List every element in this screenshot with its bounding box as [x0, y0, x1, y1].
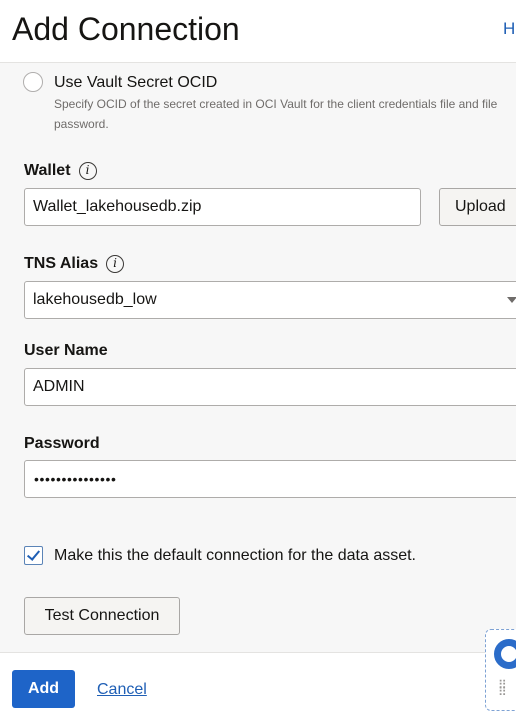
add-button[interactable]: Add [12, 670, 75, 708]
dialog-footer: Add Cancel [0, 652, 516, 721]
drag-handle-icon[interactable]: ⠿ ⠿ [498, 679, 512, 698]
vault-secret-description: Specify OCID of the secret created in OC… [54, 97, 498, 131]
upload-button[interactable]: Upload [439, 188, 516, 226]
wallet-label: Wallet i [24, 161, 97, 181]
info-icon[interactable]: i [78, 161, 97, 180]
default-connection-checkbox[interactable] [24, 546, 43, 565]
dialog-header: Add Connection H [0, 0, 516, 63]
info-icon[interactable]: i [106, 254, 125, 273]
checkmark-icon [26, 547, 41, 561]
vault-secret-radio[interactable] [23, 72, 43, 92]
wallet-label-text: Wallet [24, 162, 71, 179]
tns-alias-label: TNS Alias i [24, 254, 125, 274]
user-name-field[interactable]: ADMIN [24, 368, 516, 406]
tns-alias-select[interactable]: lakehousedb_low [24, 281, 516, 319]
default-connection-label: Make this the default connection for the… [54, 547, 416, 564]
help-link[interactable]: H [503, 19, 515, 39]
cancel-link[interactable]: Cancel [97, 680, 147, 700]
tns-alias-label-text: TNS Alias [24, 255, 99, 272]
password-field[interactable]: ••••••••••••••• [24, 460, 516, 498]
password-label: Password [24, 435, 100, 452]
user-name-label: User Name [24, 342, 108, 359]
chevron-down-icon[interactable] [507, 297, 516, 303]
page-title: Add Connection [12, 11, 240, 47]
lifebuoy-icon [494, 639, 516, 669]
test-connection-button[interactable]: Test Connection [24, 597, 180, 635]
help-widget[interactable]: ⠿ ⠿ [485, 629, 516, 711]
wallet-field[interactable]: Wallet_lakehousedb.zip [24, 188, 421, 226]
dialog-body: Use Vault Secret OCID Specify OCID of th… [0, 63, 516, 652]
tns-alias-value: lakehousedb_low [33, 291, 157, 308]
vault-secret-radio-label: Use Vault Secret OCID [54, 74, 218, 91]
